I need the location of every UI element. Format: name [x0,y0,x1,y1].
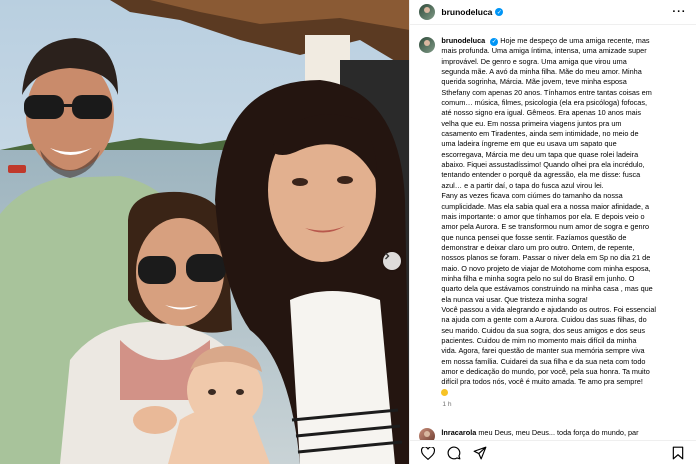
caption-line: quarto dela que estávamos construindo na… [441,284,653,294]
verified-badge-icon: ✓ [495,8,504,16]
verified-badge-icon: ✓ [490,38,499,47]
chevron-right-icon [385,252,390,260]
family-photo-illustration [0,0,410,464]
caption-line: mais importante: o amor que tínhamos por… [441,211,645,221]
caption-line: nossos planos se foram. Passar o niver d… [441,253,651,263]
caption-line: ela nunca vai usar. Que tristeza minha s… [441,294,588,304]
author-avatar[interactable] [419,4,436,20]
caption-text: brunodeluca ✓ Hoje me despeço de uma ami… [441,36,691,398]
caption-line: Você passou a vida alegrando e ajudando … [441,304,656,314]
comment-icon [447,446,461,460]
more-options-icon[interactable]: ··· [672,6,686,18]
post-caption: brunodeluca ✓ Hoje me despeço de uma ami… [419,36,691,408]
caption-line: que nunca pensei que fosse sentir. Fazía… [441,232,627,242]
caption-line: demonstrar e deixar claro um pro outro. … [441,242,635,252]
caption-author-avatar[interactable] [419,37,436,53]
caption-line: Hoje me despeço de uma amiga recente, ma… [500,36,650,45]
caption-line: vida. Agora, farei questão de manter sua… [441,346,645,356]
caption-line: uma ladeira íngreme em que eu usava um s… [441,139,617,149]
crying-face-emoji-icon [441,389,449,397]
caption-line: azul… e a partir daí, o tapa do fusca az… [441,180,604,190]
caption-line: abaixo. Fiquei assustadíssimo! Quando ol… [441,160,645,170]
post-header: brunodeluca ✓ ··· [410,0,696,25]
caption-emoji-line [441,388,691,398]
commenter-username[interactable]: lnracarola [441,428,476,437]
caption-line: mais profunda. Uma amiga íntima, intensa… [441,46,647,56]
bookmark-icon [673,446,684,460]
caption-line: Fany as vezes ficava com ciúmes do taman… [441,191,623,201]
like-button[interactable] [420,445,436,461]
caption-line: na ajuda com a gente com a Aurora. Cuido… [441,315,647,325]
caption-line: velha que eu. Em nossa primeira viagens … [441,118,622,128]
share-button[interactable] [472,445,488,461]
share-icon [473,446,487,460]
caption-line: seu marido. Cuidou da sua sogra, dos seu… [441,325,646,335]
heart-icon [421,446,436,460]
caption-line: tentando entender o porquê da agressão, … [441,170,641,180]
caption-line: maio. O novo projeto de viajar de Motoho… [441,263,651,273]
action-bar [410,440,696,465]
comment-text: lnracarola meu Deus, meu Deus... toda fo… [441,428,638,437]
caption-line: minha filha e minha sogra pelo no sul do… [441,273,635,283]
caption-line: Sthefany com apenas 20 anos. Tínhamos en… [441,87,652,97]
caption-line: pacientes. Cuidou de mim no momento mais… [441,335,637,345]
caption-line: comum… música, filmes, psicologia (ela e… [441,98,648,108]
author-username[interactable]: brunodeluca [441,7,492,17]
post-side-panel: brunodeluca ✓ ··· brunodeluca ✓ Hoje me … [409,0,696,465]
caption-line: casamento em Tiradentes, ainda sem intim… [441,129,639,139]
caption-line: em nossa família. Cuidarei da sua filha … [441,356,646,366]
post-time[interactable]: 1 h [442,401,691,408]
caption-line: improvável. De genro e sogra. Uma amiga … [441,56,627,66]
caption-line: segunda mãe. A avó da minha filha. Mãe d… [441,67,642,77]
comment-button[interactable] [446,445,462,461]
post-photo[interactable] [0,0,410,464]
caption-line: amor e dedicação do mundo, por você, pel… [441,367,650,376]
caption-line: até nosso signo era igual. Gêmeos. Era a… [441,108,641,118]
save-button[interactable] [670,445,686,461]
caption-line: escorregava, Márcia me deu um tapa que q… [441,149,639,159]
caption-line: cumplicidade. Mas ela sabia qual era a n… [441,201,650,211]
instagram-post: brunodeluca ✓ ··· brunodeluca ✓ Hoje me … [0,0,696,465]
caption-line: querida sogrinha, Márcia. Mãe jovem, tev… [441,77,627,87]
caption-username[interactable]: brunodeluca [441,36,485,45]
comment-body: meu Deus, meu Deus... toda força do mund… [478,428,639,437]
caption-line: amor pela Aurora. E se transformou num a… [441,222,650,232]
caption-line: difícil pra todos nós, você é muito amad… [441,377,643,387]
